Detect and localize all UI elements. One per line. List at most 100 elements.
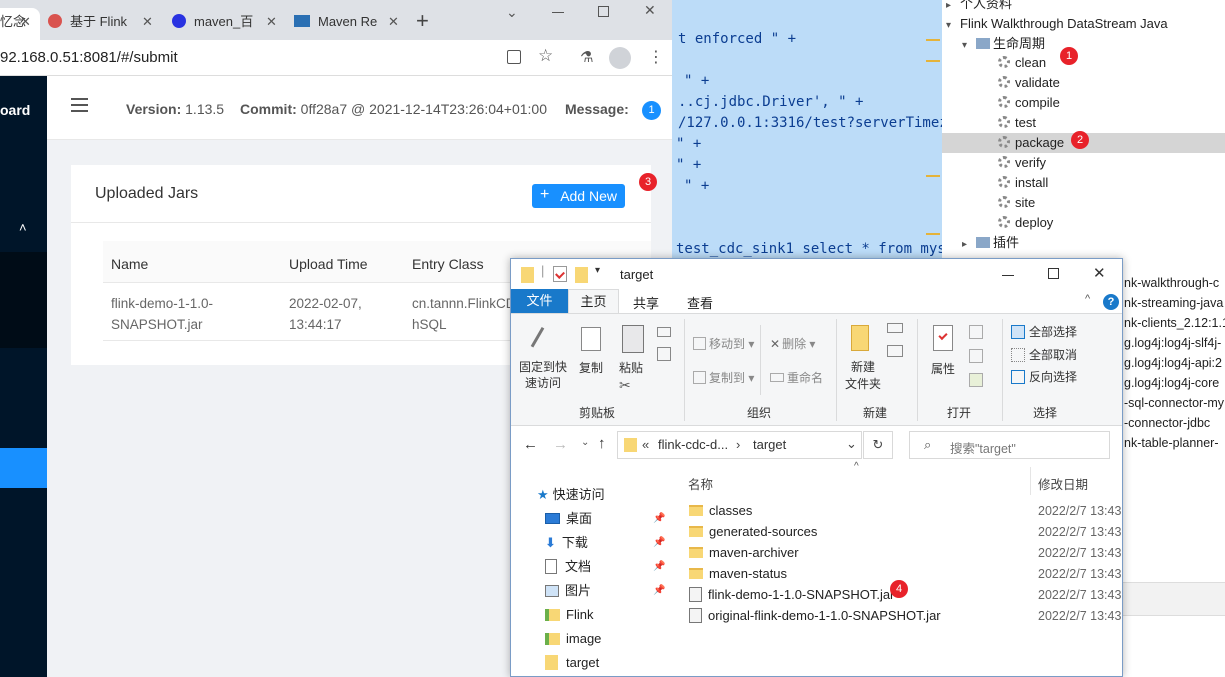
sidebar-submenu[interactable] (0, 252, 47, 348)
tab-view[interactable]: 查看 (687, 293, 713, 312)
address-bar[interactable]: 92.168.0.51:8081/#/submit ☆ ⚗ ⋮ (0, 40, 672, 76)
new-folder-button[interactable]: 新建 文件夹 (845, 359, 881, 393)
star-icon[interactable]: ☆ (538, 46, 553, 66)
file-row[interactable]: original-flink-demo-1-1.0-SNAPSHOT.jar (689, 605, 941, 626)
dependency-item[interactable]: nk-walkthrough-c (1124, 276, 1219, 290)
chevron-up-icon[interactable]: ^ (1085, 293, 1090, 305)
path-segment[interactable]: flink-cdc-d... (658, 437, 728, 452)
copy-button[interactable]: 复制 (579, 359, 603, 376)
forward-icon[interactable]: → (553, 436, 568, 453)
menu-fold-icon[interactable] (71, 98, 88, 112)
phase-verify[interactable]: verify (998, 153, 1046, 173)
open-icon[interactable] (969, 325, 983, 339)
path-bar[interactable]: « flink-cdc-d... › target ⌄ (617, 431, 862, 459)
help-icon[interactable]: ? (1103, 294, 1119, 310)
nav-desktop[interactable]: 桌面 📌 (545, 507, 665, 531)
tab[interactable]: 基于 Flink ✕ (48, 8, 160, 40)
paste-button[interactable]: 粘贴 (619, 359, 643, 376)
delete-button[interactable]: ✕ 删除 ▾ (770, 335, 815, 352)
column-date[interactable]: 修改日期 (1038, 474, 1088, 493)
search-input[interactable]: ⌕ 搜索"target" (909, 431, 1110, 459)
more-menu-icon[interactable]: ⋮ (648, 47, 664, 67)
maximize-icon[interactable] (598, 6, 609, 17)
nav-flink[interactable]: Flink (545, 603, 593, 627)
path-dropdown-icon[interactable]: ⌄ (846, 436, 857, 452)
phase-clean[interactable]: clean (998, 53, 1046, 73)
phase-validate[interactable]: validate (998, 73, 1060, 93)
file-row[interactable]: maven-archiver (689, 542, 799, 563)
properties-qa-icon[interactable] (553, 266, 567, 282)
dependency-item[interactable]: nk-clients_2.12:1.1 (1124, 316, 1225, 330)
copy-to-button[interactable]: 复制到 ▾ (693, 369, 754, 386)
move-to-button[interactable]: 移动到 ▾ (693, 335, 754, 352)
select-all-button[interactable]: 全部选择 (1011, 323, 1077, 340)
file-row[interactable]: flink-demo-1-1.0-SNAPSHOT.jar (689, 584, 894, 605)
edit-icon[interactable] (969, 349, 983, 363)
sidebar-item-submit[interactable] (0, 448, 47, 488)
phase-site[interactable]: site (998, 193, 1035, 213)
close-icon[interactable]: ✕ (20, 8, 31, 36)
maximize-icon[interactable] (1048, 268, 1059, 279)
share-icon[interactable] (507, 50, 521, 64)
message-badge[interactable]: 1 (642, 101, 661, 120)
easy-access-icon[interactable] (887, 345, 903, 357)
phase-compile[interactable]: compile (998, 93, 1060, 113)
dependency-item[interactable]: g.log4j:log4j-api:2 (1124, 356, 1222, 370)
dependency-item[interactable]: -sql-connector-my (1124, 396, 1224, 410)
phase-install[interactable]: install (998, 173, 1048, 193)
dependency-item[interactable]: g.log4j:log4j-slf4j- (1124, 336, 1221, 350)
dependency-item[interactable]: nk-streaming-java (1124, 296, 1223, 310)
tab-home[interactable]: 主页 (568, 289, 619, 314)
nav-documents[interactable]: 文档 📌 (545, 555, 665, 579)
new-item-icon[interactable] (887, 323, 903, 333)
scissors-icon[interactable]: ✂ (619, 377, 631, 394)
dependency-item[interactable]: g.log4j:log4j-core (1124, 376, 1219, 390)
close-icon[interactable]: ✕ (266, 8, 277, 36)
tab[interactable]: maven_百 ✕ (172, 8, 284, 40)
phase-test[interactable]: test (998, 113, 1036, 133)
tab[interactable]: Maven Re ✕ (294, 8, 406, 40)
refresh-icon[interactable]: ↻ (863, 431, 893, 459)
path-segment[interactable]: target (753, 437, 786, 452)
nav-image[interactable]: image (545, 627, 601, 651)
rename-button[interactable]: 重命名 (770, 369, 823, 386)
tab-active[interactable]: 忆念 ✕ (0, 8, 40, 40)
back-icon[interactable]: ← (523, 436, 538, 453)
new-tab-button[interactable]: + (416, 8, 429, 34)
dependency-item[interactable]: nk-table-planner- (1124, 436, 1219, 450)
file-row[interactable]: maven-status (689, 563, 787, 584)
history-icon[interactable] (969, 373, 983, 387)
pin-quick-access-button[interactable]: 固定到快 速访问 (519, 359, 567, 391)
invert-selection-button[interactable]: 反向选择 (1011, 368, 1077, 385)
nav-target[interactable]: target (545, 651, 599, 675)
tab-file[interactable]: 文件 (511, 289, 568, 313)
file-row[interactable]: classes (689, 500, 752, 521)
file-row[interactable]: generated-sources (689, 521, 817, 542)
phase-package[interactable]: package (998, 133, 1064, 153)
minimize-icon[interactable] (1002, 275, 1014, 276)
phase-deploy[interactable]: deploy (998, 213, 1053, 233)
nav-downloads[interactable]: ⬇ 下载 📌 (545, 531, 665, 555)
select-none-button[interactable]: 全部取消 (1011, 346, 1077, 363)
url-text[interactable]: 92.168.0.51:8081/#/submit (0, 49, 178, 66)
paste-shortcut-icon[interactable] (657, 347, 671, 361)
profile-icon[interactable] (609, 47, 631, 69)
recent-dropdown-icon[interactable]: ⌄ (581, 437, 589, 448)
dependency-item[interactable]: -connector-jdbc (1124, 416, 1210, 430)
tab-share[interactable]: 共享 (633, 293, 659, 312)
minimize-icon[interactable] (552, 12, 564, 13)
maven-plugins[interactable]: ▸ 插件 (962, 233, 1019, 253)
maven-project[interactable]: ▾ Flink Walkthrough DataStream Java (946, 14, 1168, 34)
maven-lifecycle[interactable]: ▾ 生命周期 (962, 34, 1045, 54)
nav-pictures[interactable]: 图片 📌 (545, 579, 665, 603)
close-icon[interactable]: ✕ (1093, 264, 1106, 282)
maven-profiles[interactable]: ▸ 个人资料 (946, 0, 1012, 14)
add-new-button[interactable]: + Add New (532, 184, 625, 208)
chevron-down-icon[interactable]: ⌄ (506, 4, 518, 21)
close-icon[interactable]: ✕ (142, 8, 153, 36)
close-icon[interactable]: ✕ (388, 8, 399, 36)
flask-icon[interactable]: ⚗ (580, 48, 593, 66)
copy-path-icon[interactable] (657, 327, 671, 337)
new-folder-qa-icon[interactable] (575, 267, 588, 283)
close-window-icon[interactable]: ✕ (644, 2, 656, 19)
